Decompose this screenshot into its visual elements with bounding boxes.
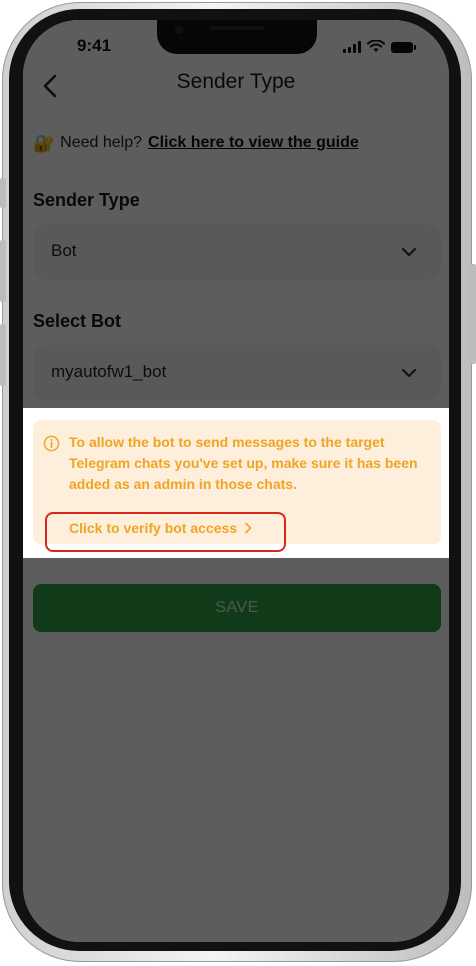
- help-row: 🔐 Need help? Click here to view the guid…: [33, 134, 359, 152]
- status-icons: [343, 40, 416, 53]
- guide-link[interactable]: Click here to view the guide: [148, 134, 359, 152]
- sender-type-value: Bot: [51, 241, 77, 260]
- battery-icon: [391, 42, 416, 53]
- page-title: Sender Type: [176, 70, 296, 93]
- cellular-signal-icon: [343, 41, 361, 53]
- side-button-volume-down: [0, 324, 6, 386]
- notice-text: To allow the bot to send messages to the…: [69, 434, 418, 492]
- status-time: 9:41: [77, 36, 112, 55]
- side-button-volume-up: [0, 240, 6, 302]
- speaker-grille: [209, 26, 265, 30]
- notch: [157, 20, 317, 54]
- wifi-icon: [367, 40, 385, 52]
- verify-highlight-outline: [45, 512, 286, 552]
- spotlight-area: To allow the bot to send messages to the…: [23, 408, 449, 558]
- save-button[interactable]: SAVE: [33, 584, 441, 632]
- side-button-mute: [0, 178, 6, 208]
- info-icon: [43, 435, 60, 452]
- select-bot-select[interactable]: myautofw1_bot: [33, 345, 441, 401]
- select-bot-label: Select Bot: [33, 311, 122, 331]
- screen: 9:41 Sender Type 🔐 Need help? Click here…: [23, 20, 449, 942]
- nav-bar: Sender Type: [23, 68, 449, 108]
- lock-icon: 🔐: [33, 133, 55, 153]
- chevron-down-icon: [401, 368, 417, 378]
- sender-type-label: Sender Type: [33, 190, 140, 210]
- sender-type-select[interactable]: Bot: [33, 224, 441, 280]
- notice-banner: To allow the bot to send messages to the…: [33, 420, 441, 552]
- help-prefix: Need help?: [60, 134, 143, 151]
- chevron-down-icon: [401, 247, 417, 257]
- camera-icon: [175, 26, 183, 34]
- side-button-power: [470, 264, 476, 364]
- select-bot-value: myautofw1_bot: [51, 362, 167, 381]
